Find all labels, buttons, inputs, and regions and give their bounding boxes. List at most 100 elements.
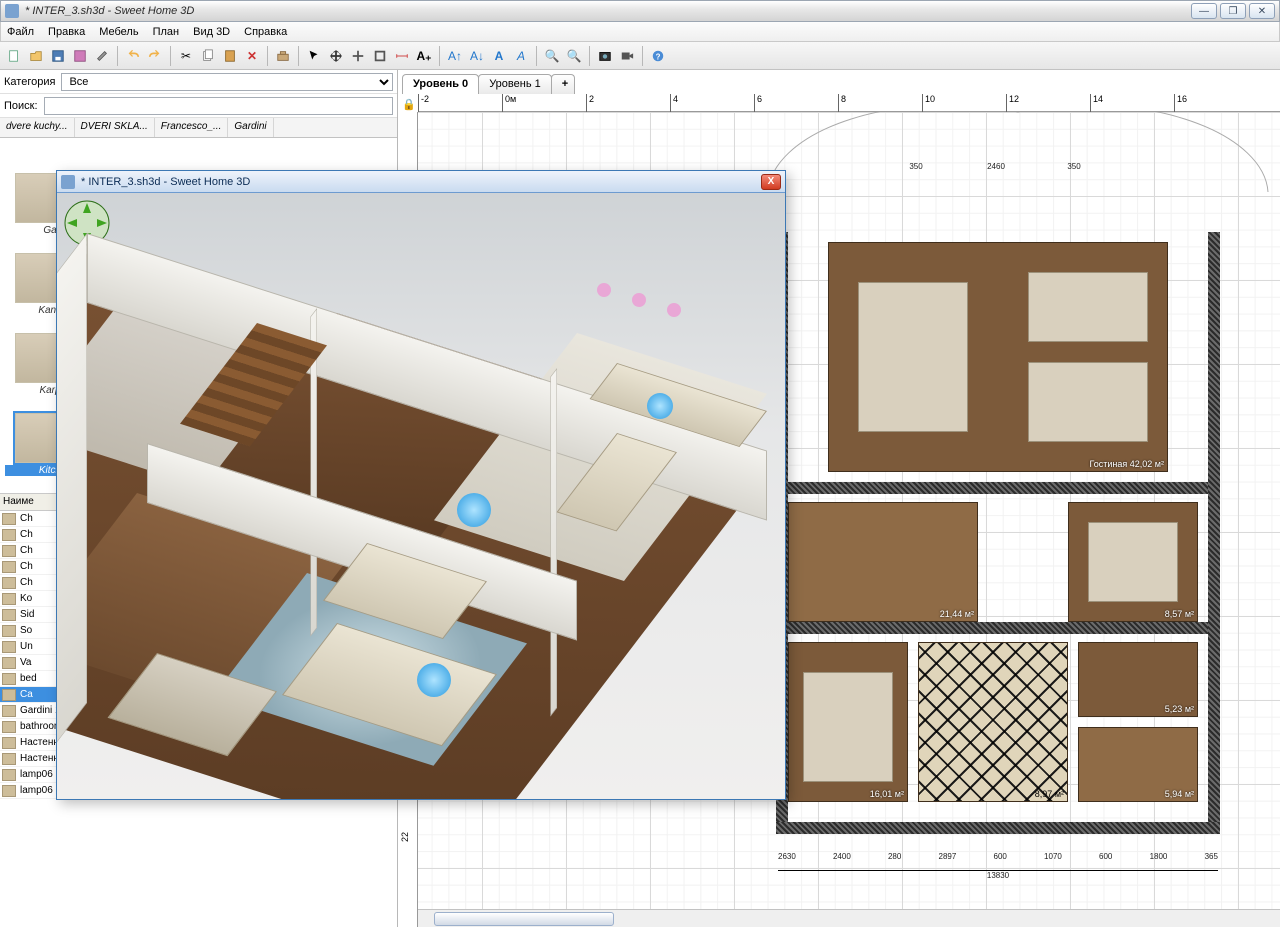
- ruler-tick: 16: [1174, 94, 1187, 112]
- item-icon: [2, 561, 16, 573]
- undo-icon[interactable]: [123, 46, 143, 66]
- ruler-tick: 10: [922, 94, 935, 112]
- toolbar: ✂ ✕ A₊ A↑ A↓ A A 🔍 🔍 ?: [0, 42, 1280, 70]
- help-icon[interactable]: ?: [648, 46, 668, 66]
- ruler-tick: 14: [1090, 94, 1103, 112]
- item-icon: [2, 593, 16, 605]
- ruler-tick: 2: [586, 94, 594, 112]
- catalog-tabs: dvere kuchy... DVERI SKLA... Francesco_.…: [0, 118, 397, 138]
- minimize-button[interactable]: —: [1191, 3, 1217, 19]
- create-room-icon[interactable]: [370, 46, 390, 66]
- main-titlebar: * INTER_3.sh3d - Sweet Home 3D — ❐ ✕: [0, 0, 1280, 22]
- ruler-tick: 4: [670, 94, 678, 112]
- menu-file[interactable]: Файл: [7, 26, 34, 38]
- sofa[interactable]: [1028, 362, 1148, 442]
- room-5[interactable]: 5,23 м²: [1078, 642, 1198, 717]
- dimension-label: 600: [994, 852, 1007, 866]
- search-input[interactable]: [44, 97, 393, 115]
- item-icon: [2, 673, 16, 685]
- item-icon: [2, 545, 16, 557]
- menu-help[interactable]: Справка: [244, 26, 287, 38]
- menu-bar: Файл Правка Мебель План Вид 3D Справка: [0, 22, 1280, 42]
- redo-icon[interactable]: [145, 46, 165, 66]
- saveas-icon[interactable]: [70, 46, 90, 66]
- item-icon: [2, 737, 16, 749]
- item-icon: [2, 577, 16, 589]
- level-tabs: Уровень 0 Уровень 1 +: [398, 70, 574, 94]
- item-icon: [2, 721, 16, 733]
- item-icon: [2, 689, 16, 701]
- category-select[interactable]: Все: [61, 73, 393, 91]
- new-icon[interactable]: [4, 46, 24, 66]
- dimension-label: 2897: [939, 852, 957, 866]
- open-icon[interactable]: [26, 46, 46, 66]
- paste-icon[interactable]: [220, 46, 240, 66]
- zoom-in-icon[interactable]: 🔍: [542, 46, 562, 66]
- dining-set[interactable]: [858, 282, 968, 432]
- sofa[interactable]: [1028, 272, 1148, 342]
- menu-view3d[interactable]: Вид 3D: [193, 26, 230, 38]
- view3d-canvas[interactable]: [57, 193, 785, 799]
- plan-hscroll[interactable]: [418, 909, 1280, 927]
- ruler-tick: 6: [754, 94, 762, 112]
- search-row: Поиск:: [0, 94, 397, 118]
- room-hall[interactable]: 8,97 м²: [918, 642, 1068, 802]
- dimension-label: 280: [888, 852, 901, 866]
- bed[interactable]: [803, 672, 893, 782]
- item-icon: [2, 513, 16, 525]
- dimension-label: 1800: [1150, 852, 1168, 866]
- catalog-tab[interactable]: DVERI SKLA...: [75, 118, 155, 137]
- text-italic-icon[interactable]: A: [511, 46, 531, 66]
- menu-furniture[interactable]: Мебель: [99, 26, 138, 38]
- menu-plan[interactable]: План: [153, 26, 180, 38]
- bed[interactable]: [1088, 522, 1178, 602]
- view3d-titlebar[interactable]: * INTER_3.sh3d - Sweet Home 3D X: [57, 171, 785, 193]
- pan-icon[interactable]: [326, 46, 346, 66]
- catalog-tab[interactable]: Gardini: [228, 118, 273, 137]
- item-icon: [2, 769, 16, 781]
- video-icon[interactable]: [617, 46, 637, 66]
- view3d-window[interactable]: * INTER_3.sh3d - Sweet Home 3D X: [56, 170, 786, 800]
- tab-level1[interactable]: Уровень 1: [478, 74, 552, 94]
- room-3[interactable]: 8,57 м²: [1068, 502, 1198, 622]
- maximize-button[interactable]: ❐: [1220, 3, 1246, 19]
- room-2[interactable]: 21,44 м²: [788, 502, 978, 622]
- search-label: Поиск:: [4, 100, 38, 112]
- room-6[interactable]: 5,94 м²: [1078, 727, 1198, 802]
- text-smaller-icon[interactable]: A↓: [467, 46, 487, 66]
- tab-level0[interactable]: Уровень 0: [402, 74, 479, 94]
- item-icon: [2, 753, 16, 765]
- dimension-label: 365: [1205, 852, 1218, 866]
- close-button[interactable]: ✕: [1249, 3, 1275, 19]
- cut-icon[interactable]: ✂: [176, 46, 196, 66]
- ruler-tick: -2: [418, 94, 429, 112]
- zoom-out-icon[interactable]: 🔍: [564, 46, 584, 66]
- title-text: * INTER_3.sh3d - Sweet Home 3D: [25, 5, 1188, 17]
- delete-icon[interactable]: ✕: [242, 46, 262, 66]
- close-icon[interactable]: X: [761, 174, 781, 190]
- prefs-icon[interactable]: [92, 46, 112, 66]
- tab-add-level[interactable]: +: [551, 74, 575, 94]
- item-icon: [2, 705, 16, 717]
- ruler-tick: 12: [1006, 94, 1019, 112]
- photo-icon[interactable]: [595, 46, 615, 66]
- room-living[interactable]: Гостиная 42,02 м²: [828, 242, 1168, 472]
- svg-text:?: ?: [656, 52, 661, 61]
- item-icon: [2, 657, 16, 669]
- menu-edit[interactable]: Правка: [48, 26, 85, 38]
- dimension-label: 2630: [778, 852, 796, 866]
- dimension-label: 1070: [1044, 852, 1062, 866]
- create-text-icon[interactable]: A₊: [414, 46, 434, 66]
- select-icon[interactable]: [304, 46, 324, 66]
- create-walls-icon[interactable]: [348, 46, 368, 66]
- save-icon[interactable]: [48, 46, 68, 66]
- add-furniture-icon[interactable]: [273, 46, 293, 66]
- text-bigger-icon[interactable]: A↑: [445, 46, 465, 66]
- catalog-tab[interactable]: dvere kuchy...: [0, 118, 75, 137]
- create-dim-icon[interactable]: [392, 46, 412, 66]
- copy-icon[interactable]: [198, 46, 218, 66]
- text-bold-icon[interactable]: A: [489, 46, 509, 66]
- catalog-tab[interactable]: Francesco_...: [155, 118, 229, 137]
- room-4[interactable]: 16,01 м²: [788, 642, 908, 802]
- dimension-label: 600: [1099, 852, 1112, 866]
